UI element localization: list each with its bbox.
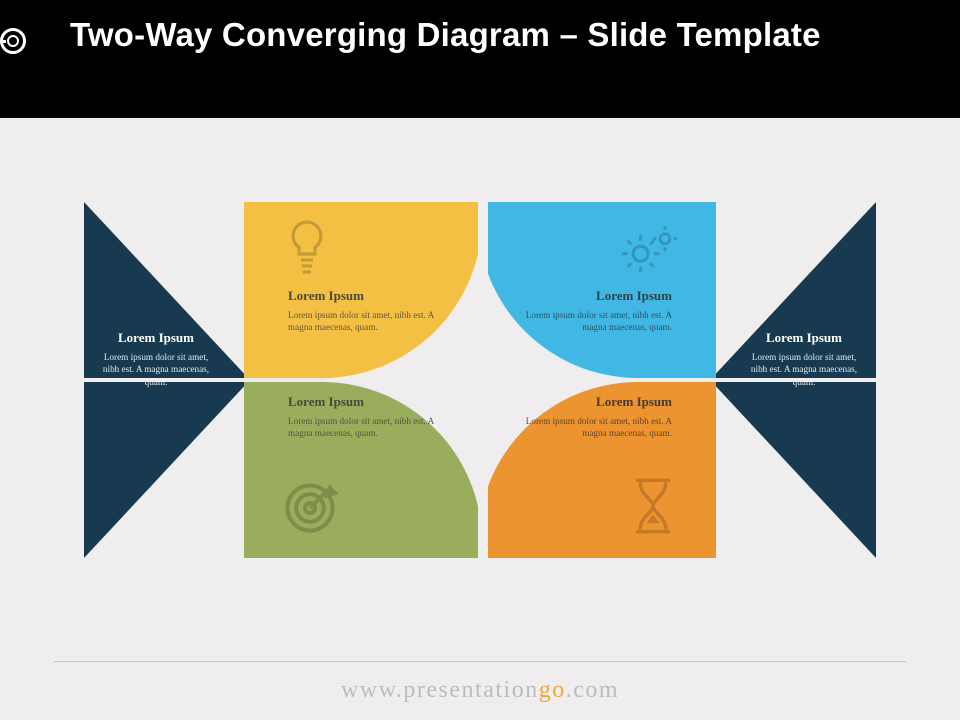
- footer-rule: [54, 661, 906, 662]
- lightbulb-icon: [280, 218, 334, 278]
- top-right-text: Lorem Ipsum Lorem ipsum dolor sit amet, …: [522, 288, 672, 334]
- right-outer-text: Lorem Ipsum Lorem ipsum dolor sit amet, …: [744, 330, 864, 388]
- bottom-left-text: Lorem Ipsum Lorem ipsum dolor sit amet, …: [288, 394, 438, 440]
- slide-header: Two-Way Converging Diagram – Slide Templ…: [0, 0, 960, 118]
- target-icon: [280, 478, 340, 538]
- hourglass-icon: [628, 476, 678, 536]
- left-outer-body: Lorem ipsum dolor sit amet, nibh est. A …: [96, 351, 216, 388]
- footer-pre: www.presentation: [341, 677, 539, 703]
- diagram-stage: Lorem Ipsum Lorem ipsum dolor sit amet, …: [0, 118, 960, 638]
- left-outer-title: Lorem Ipsum: [96, 330, 216, 346]
- title-bullet-icon: [0, 20, 30, 64]
- right-outer-body: Lorem ipsum dolor sit amet, nibh est. A …: [744, 351, 864, 388]
- separator-vertical: [478, 178, 488, 578]
- bottom-right-body: Lorem ipsum dolor sit amet, nibh est. A …: [522, 415, 672, 440]
- top-right-title: Lorem Ipsum: [522, 288, 672, 304]
- bottom-right-title: Lorem Ipsum: [522, 394, 672, 410]
- right-outer-title: Lorem Ipsum: [744, 330, 864, 346]
- bottom-left-body: Lorem ipsum dolor sit amet, nibh est. A …: [288, 415, 438, 440]
- slide-title: Two-Way Converging Diagram – Slide Templ…: [70, 14, 936, 55]
- footer-url: www.presentationgo.com: [0, 677, 960, 704]
- gears-icon: [620, 222, 680, 278]
- top-left-title: Lorem Ipsum: [288, 288, 438, 304]
- footer-accent: go: [539, 677, 566, 703]
- top-left-body: Lorem ipsum dolor sit amet, nibh est. A …: [288, 309, 438, 334]
- top-right-body: Lorem ipsum dolor sit amet, nibh est. A …: [522, 309, 672, 334]
- bottom-right-text: Lorem Ipsum Lorem ipsum dolor sit amet, …: [522, 394, 672, 440]
- top-left-text: Lorem Ipsum Lorem ipsum dolor sit amet, …: [288, 288, 438, 334]
- footer-post: .com: [566, 677, 619, 703]
- bottom-left-title: Lorem Ipsum: [288, 394, 438, 410]
- left-outer-text: Lorem Ipsum Lorem ipsum dolor sit amet, …: [96, 330, 216, 388]
